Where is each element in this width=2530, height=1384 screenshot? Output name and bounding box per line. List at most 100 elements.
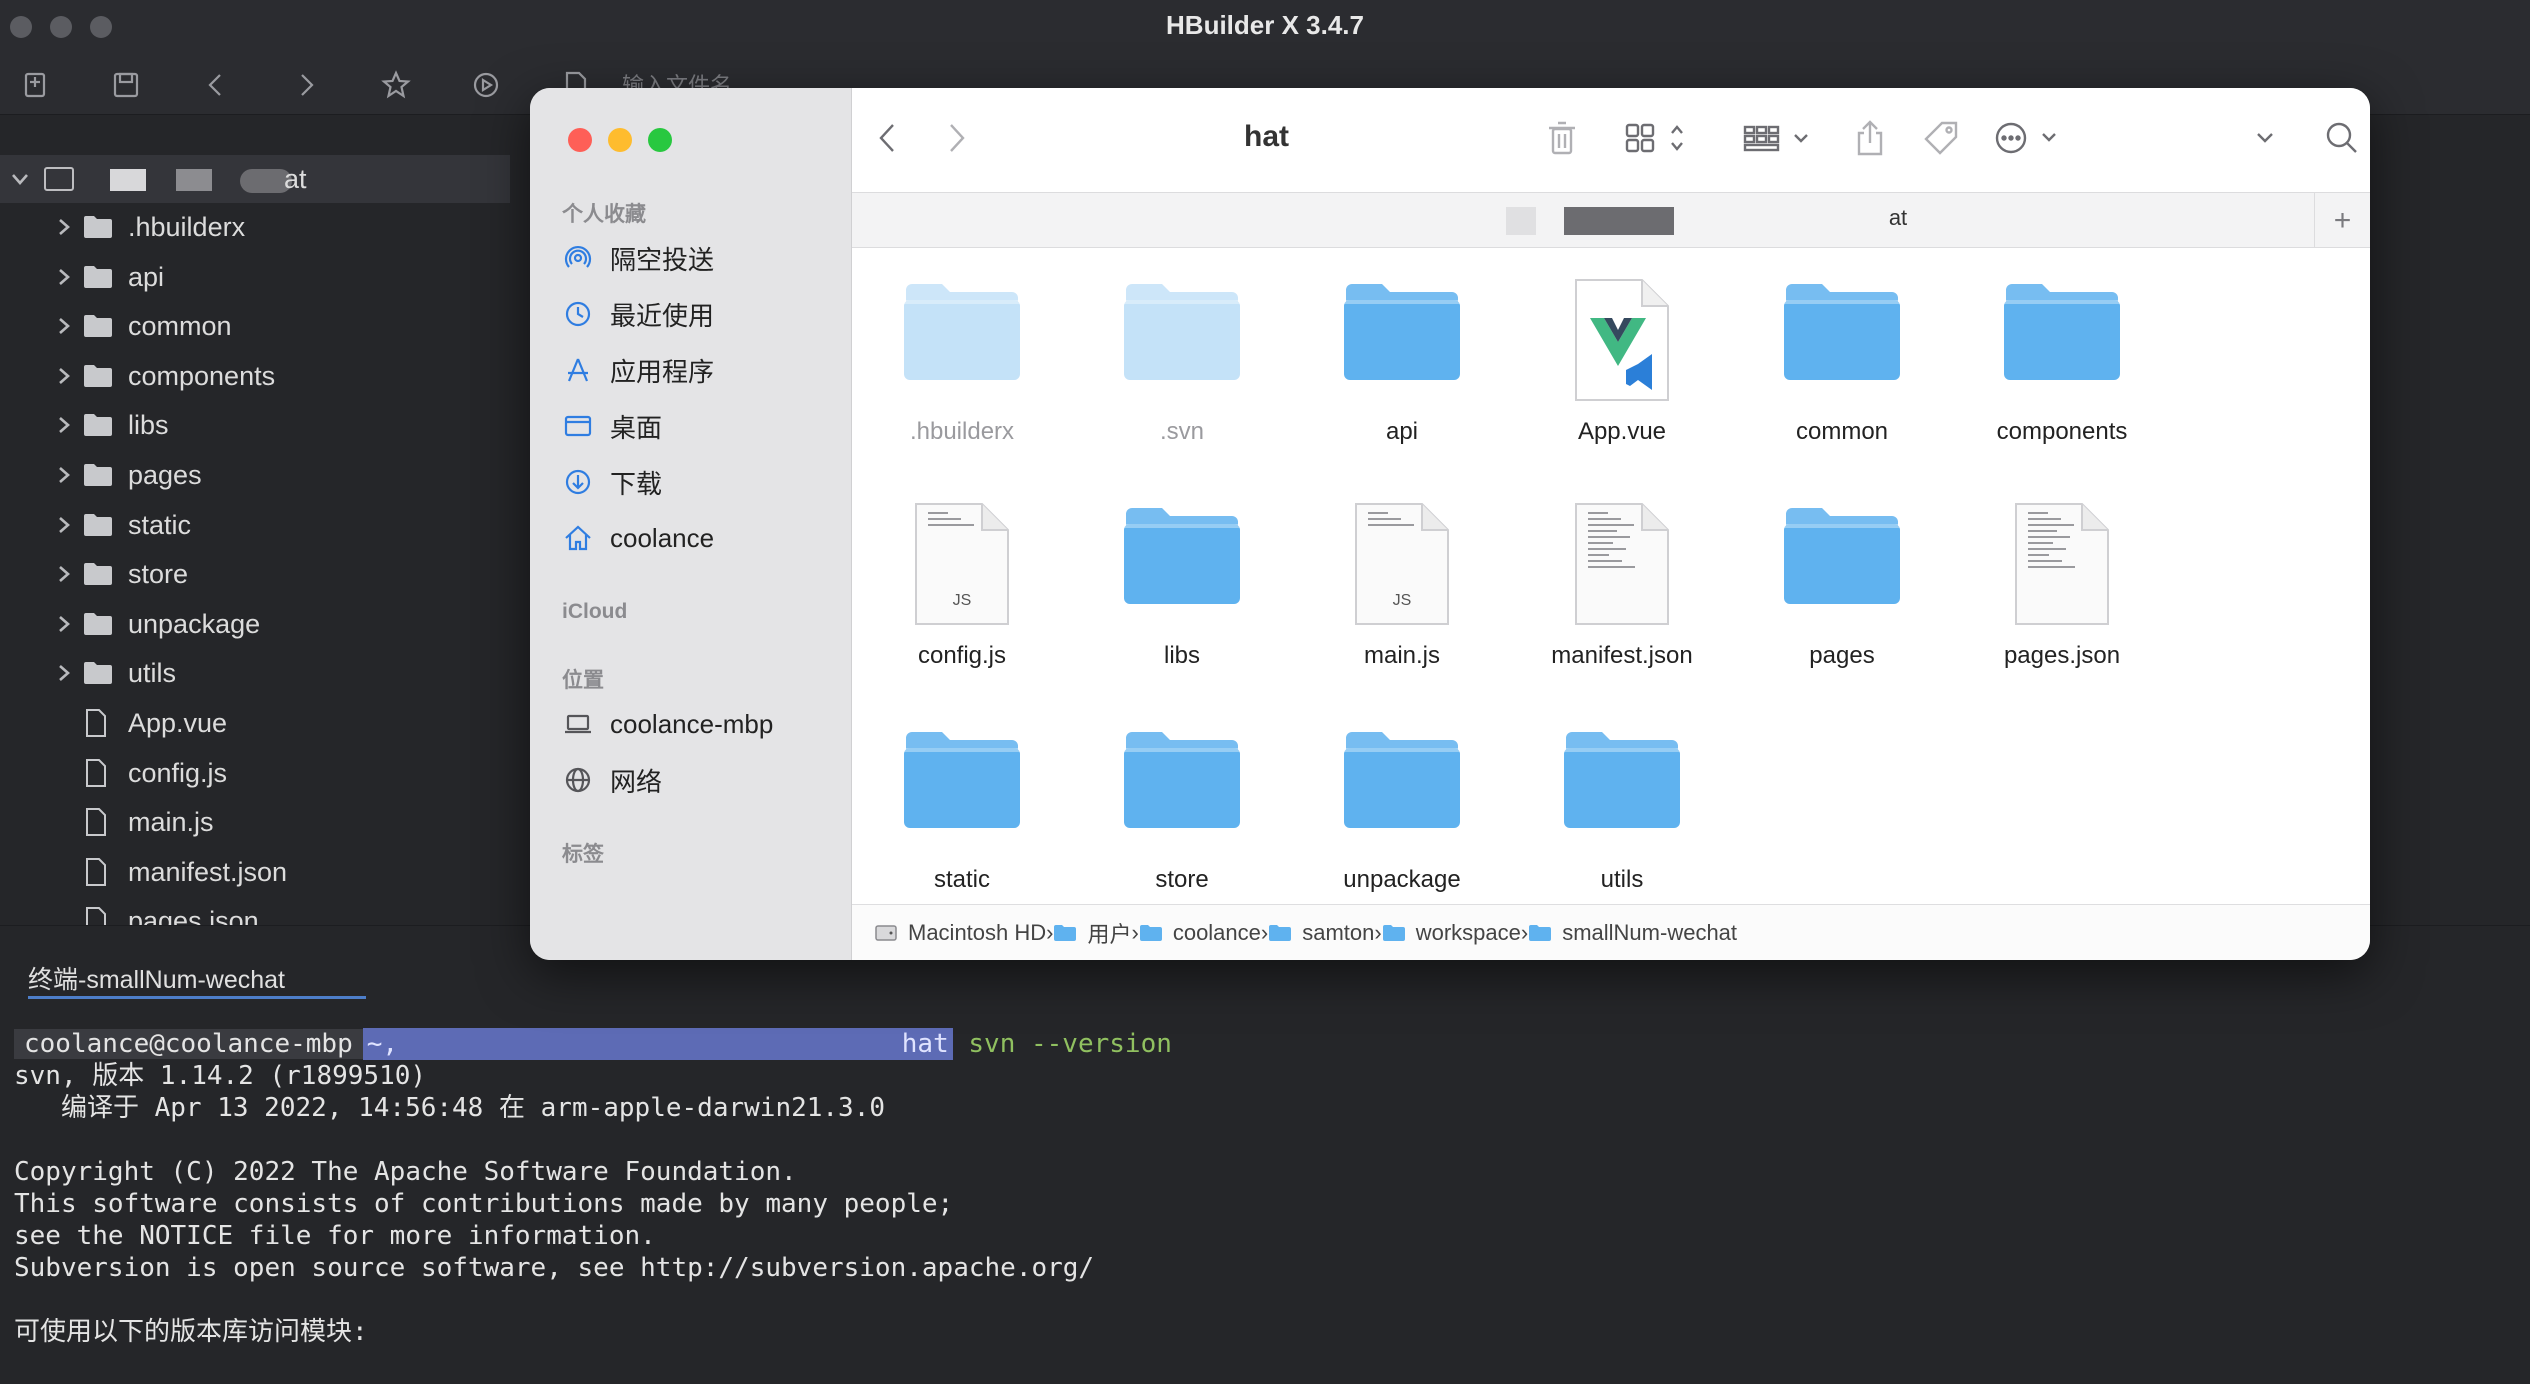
back-icon[interactable] — [196, 65, 236, 105]
path-crumb[interactable]: smallNum-wechat — [1528, 920, 1737, 946]
chevron-right-icon[interactable] — [52, 215, 76, 239]
tree-file-item[interactable]: config.js — [0, 749, 510, 797]
star-icon[interactable] — [376, 65, 416, 105]
path-crumb[interactable]: workspace — [1382, 920, 1521, 946]
path-crumb[interactable]: coolance — [1139, 920, 1261, 946]
tree-file-item[interactable]: App.vue — [0, 699, 510, 747]
folder-icon — [84, 513, 112, 536]
tree-folder-item[interactable]: libs — [0, 401, 510, 449]
chevron-right-icon[interactable] — [52, 513, 76, 537]
finder-title: hat — [1244, 120, 1289, 153]
chevron-right-icon[interactable] — [52, 661, 76, 685]
sidebar-item[interactable]: 下载 — [562, 460, 832, 504]
folder-item[interactable]: static — [852, 696, 1072, 896]
sidebar-item[interactable]: 应用程序 — [562, 348, 832, 392]
terminal-output-line: Subversion is open source software, see … — [14, 1253, 1095, 1283]
path-crumb-label: 用户 — [1087, 921, 1132, 947]
tree-folder-item[interactable]: static — [0, 501, 510, 549]
sidebar-item[interactable]: 网络 — [562, 758, 832, 802]
chevron-right-icon[interactable] — [52, 612, 76, 636]
file-item[interactable]: JS config.js — [852, 472, 1072, 672]
path-crumb-label: smallNum-wechat — [1562, 919, 1738, 945]
terminal-output[interactable]: coolance@coolance-mbp ~, hat svn --version… — [0, 1010, 2530, 1384]
back-icon[interactable] — [872, 118, 902, 158]
path-crumb[interactable]: 用户 — [1053, 917, 1132, 949]
tree-folder-item[interactable]: components — [0, 352, 510, 400]
file-item[interactable]: App.vue — [1512, 248, 1732, 448]
folder-item[interactable]: unpackage — [1292, 696, 1512, 896]
tree-item-label: utils — [128, 658, 177, 689]
project-root[interactable]: at — [0, 155, 510, 203]
tag-icon[interactable] — [1922, 118, 1962, 158]
item-label: api — [1385, 418, 1419, 445]
forward-icon[interactable] — [286, 65, 326, 105]
prompt-path-end: hat — [901, 1029, 949, 1059]
sidebar-item-label: 应用程序 — [610, 356, 715, 387]
terminal-tab[interactable]: 终端-smallNum-wechat — [28, 960, 285, 996]
file-item[interactable]: JS main.js — [1292, 472, 1512, 672]
tree-file-item[interactable]: main.js — [0, 798, 510, 846]
folder-item[interactable]: .hbuilderx — [852, 248, 1072, 448]
path-crumb[interactable]: samton — [1268, 920, 1374, 946]
file-item[interactable]: manifest.json — [1512, 472, 1732, 672]
item-label: components — [1996, 418, 2128, 445]
sidebar-item[interactable]: coolance-mbp — [562, 702, 832, 746]
sidebar-item[interactable]: 最近使用 — [562, 292, 832, 336]
share-icon[interactable] — [1852, 118, 1888, 158]
tree-folder-item[interactable]: common — [0, 302, 510, 350]
group-by-icon[interactable] — [1742, 118, 1818, 158]
terminal-output-line: svn, 版本 1.14.2 (r1899510) — [14, 1061, 427, 1091]
run-icon[interactable] — [466, 65, 506, 105]
chevron-right-icon[interactable] — [52, 413, 76, 437]
more-actions-icon[interactable] — [1992, 118, 2068, 158]
new-file-icon[interactable] — [16, 65, 56, 105]
tree-folder-item[interactable]: utils — [0, 649, 510, 697]
sidebar-item[interactable]: 隔空投送 — [562, 236, 832, 280]
clock-icon — [562, 298, 594, 330]
folder-item[interactable]: components — [1952, 248, 2172, 448]
folder-item[interactable]: libs — [1072, 472, 1292, 672]
chevron-right-icon[interactable] — [52, 562, 76, 586]
folder-icon — [84, 315, 112, 338]
search-icon[interactable] — [2322, 118, 2362, 158]
sidebar-item[interactable]: coolance — [562, 516, 832, 560]
file-item[interactable]: pages.json — [1952, 472, 2172, 672]
chevron-right-icon[interactable] — [52, 463, 76, 487]
folder-item[interactable]: common — [1732, 248, 1952, 448]
chevron-down-icon[interactable] — [8, 167, 32, 191]
sidebar-item-label: 桌面 — [610, 412, 663, 443]
path-crumb[interactable]: Macintosh HD — [874, 920, 1046, 946]
forward-icon[interactable] — [942, 118, 972, 158]
tree-folder-item[interactable]: store — [0, 550, 510, 598]
path-crumb-label: Macintosh HD — [908, 919, 1047, 945]
tree-folder-item[interactable]: pages — [0, 451, 510, 499]
tree-folder-item[interactable]: unpackage — [0, 600, 510, 648]
chevron-down-icon[interactable] — [2250, 118, 2280, 158]
sidebar-item[interactable]: 桌面 — [562, 404, 832, 448]
folder-item[interactable]: store — [1072, 696, 1292, 896]
view-grid-icon[interactable] — [1622, 118, 1692, 158]
folder-item[interactable]: pages — [1732, 472, 1952, 672]
new-tab-button[interactable]: + — [2314, 193, 2370, 249]
chevron-right-icon[interactable] — [52, 265, 76, 289]
finder-close-button[interactable] — [568, 128, 592, 152]
desktop-icon — [562, 410, 594, 442]
tree-folder-item[interactable]: .hbuilderx — [0, 203, 510, 251]
finder-window[interactable]: 个人收藏 隔空投送 最近使用 应用程序 桌面 下载 coolance iCloud 位置 … — [530, 88, 2370, 960]
finder-zoom-button[interactable] — [648, 128, 672, 152]
folder-icon — [1562, 726, 1682, 835]
finder-minimize-button[interactable] — [608, 128, 632, 152]
terminal-output-line: 可使用以下的版本库访问模块: — [14, 1317, 368, 1347]
trash-icon[interactable] — [1542, 118, 1582, 158]
tree-folder-item[interactable]: api — [0, 253, 510, 301]
folder-icon — [1053, 923, 1077, 943]
terminal-output-line: Copyright (C) 2022 The Apache Software F… — [14, 1157, 797, 1187]
finder-tab[interactable]: at + — [852, 192, 2370, 249]
save-icon[interactable] — [106, 65, 146, 105]
folder-item[interactable]: api — [1292, 248, 1512, 448]
tree-file-item[interactable]: manifest.json — [0, 848, 510, 896]
folder-item[interactable]: utils — [1512, 696, 1732, 896]
chevron-right-icon[interactable] — [52, 364, 76, 388]
folder-item[interactable]: .svn — [1072, 248, 1292, 448]
chevron-right-icon[interactable] — [52, 314, 76, 338]
